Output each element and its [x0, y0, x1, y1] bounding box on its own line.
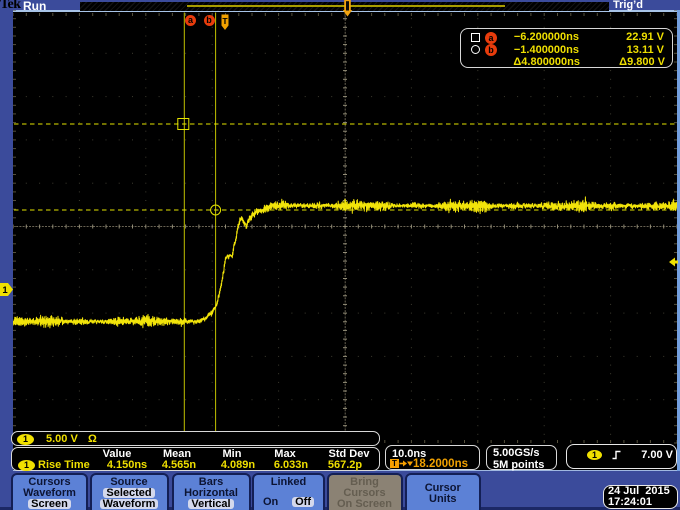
svg-text:1: 1 [2, 285, 8, 296]
svg-text:T: T [222, 16, 228, 26]
